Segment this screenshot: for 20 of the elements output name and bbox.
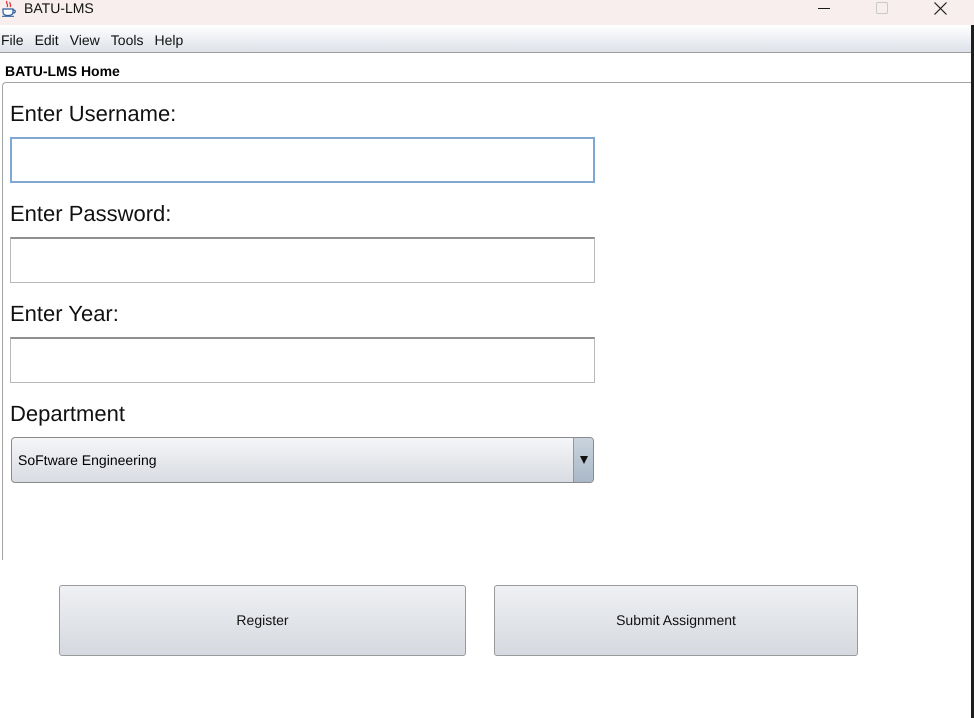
action-button[interactable]: Submit Assignment bbox=[494, 585, 858, 656]
field-label: Enter Year: bbox=[10, 301, 119, 326]
dropdown[interactable]: SoFtware Engineering bbox=[11, 437, 594, 483]
panel-title: BATU-LMS Home bbox=[5, 62, 120, 80]
menu-item[interactable]: Edit bbox=[34, 30, 60, 48]
field-label: Enter Password: bbox=[10, 201, 172, 226]
field-label: Department bbox=[10, 401, 125, 426]
menu-item[interactable]: View bbox=[68, 30, 101, 48]
dropdown-arrow-button[interactable] bbox=[573, 438, 593, 482]
window-title: BATU-LMS bbox=[24, 0, 94, 16]
menu-item[interactable]: Help bbox=[153, 30, 184, 48]
input-field[interactable] bbox=[10, 137, 595, 183]
input-field[interactable] bbox=[10, 337, 595, 383]
coffee-cup-icon bbox=[1, 0, 17, 17]
caret-down-icon bbox=[580, 456, 588, 464]
field-label: Enter Username: bbox=[10, 101, 176, 126]
menu-item[interactable]: Tools bbox=[110, 30, 144, 48]
input-field[interactable] bbox=[10, 237, 595, 283]
action-button[interactable]: Register bbox=[59, 585, 466, 656]
menu-item[interactable]: File bbox=[0, 30, 25, 48]
